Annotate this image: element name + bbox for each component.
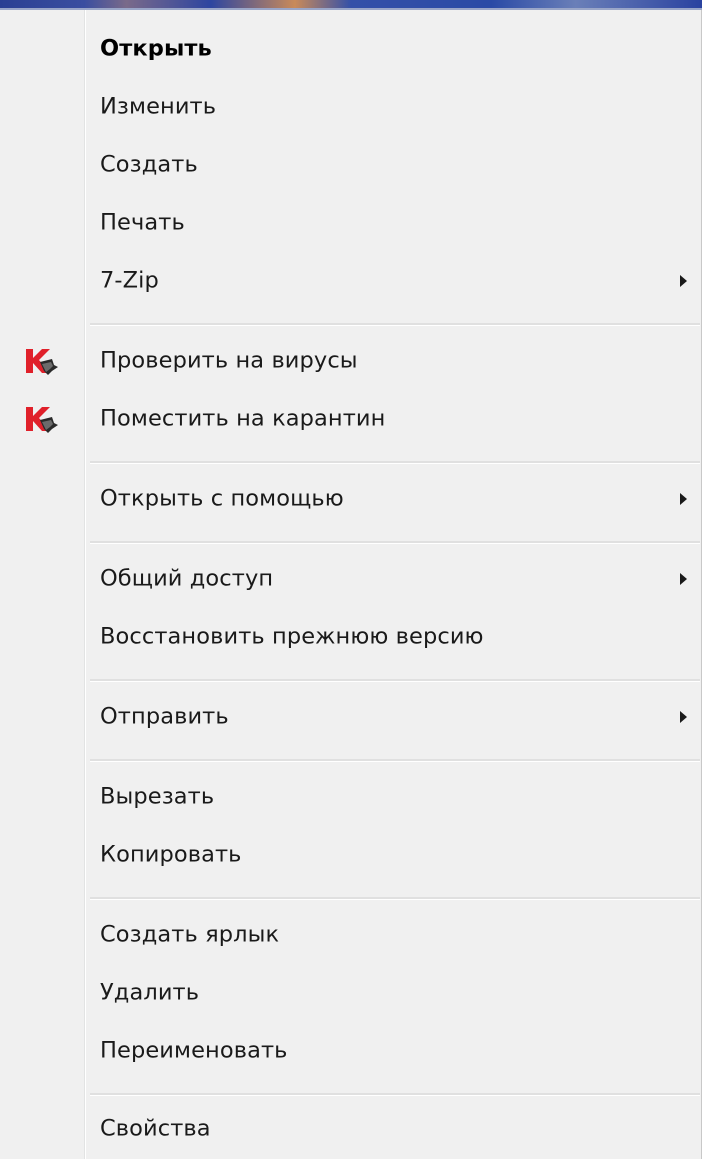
menu-separator (90, 541, 700, 544)
menu-separator (90, 1093, 700, 1096)
menu-item-label: Свойства (100, 1115, 211, 1142)
menu-item-scan-viruses[interactable]: Проверить на вирусы (0, 332, 702, 390)
screen: Открыть Изменить Создать Печать 7-Zip Пр… (0, 0, 702, 1159)
menu-item-quarantine[interactable]: Поместить на карантин (0, 390, 702, 448)
kaspersky-icon (26, 349, 58, 375)
menu-separator (90, 461, 700, 464)
menu-item-label: Создать ярлык (100, 921, 280, 948)
menu-separator (90, 897, 700, 900)
menu-item-new[interactable]: Создать (0, 136, 702, 194)
menu-item-label: Открыть с помощью (100, 485, 344, 512)
menu-item-label: Печать (100, 209, 185, 236)
menu-item-open[interactable]: Открыть (0, 20, 702, 78)
submenu-arrow-icon (680, 493, 687, 505)
menu-item-label: Создать (100, 151, 198, 178)
menu-item-label: Копировать (100, 841, 242, 868)
menu-item-label: 7-Zip (100, 267, 159, 294)
menu-item-open-with[interactable]: Открыть с помощью (0, 470, 702, 528)
menu-item-edit[interactable]: Изменить (0, 78, 702, 136)
menu-item-delete[interactable]: Удалить (0, 964, 702, 1022)
menu-item-label: Вырезать (100, 783, 215, 810)
menu-item-label: Проверить на вирусы (100, 347, 358, 374)
context-menu: Открыть Изменить Создать Печать 7-Zip Пр… (0, 10, 702, 1159)
menu-separator (90, 679, 700, 682)
taskbar-edge (0, 0, 702, 8)
menu-item-rename[interactable]: Переименовать (0, 1022, 702, 1080)
menu-item-restore-version[interactable]: Восстановить прежнюю версию (0, 608, 702, 666)
submenu-arrow-icon (680, 573, 687, 585)
menu-item-label: Изменить (100, 93, 217, 120)
menu-item-create-shortcut[interactable]: Создать ярлык (0, 906, 702, 964)
submenu-arrow-icon (680, 711, 687, 723)
menu-item-print[interactable]: Печать (0, 194, 702, 252)
kaspersky-icon (26, 407, 58, 433)
menu-item-cut[interactable]: Вырезать (0, 768, 702, 826)
menu-item-label: Общий доступ (100, 565, 274, 592)
menu-item-label: Отправить (100, 703, 229, 730)
menu-item-copy[interactable]: Копировать (0, 826, 702, 884)
menu-separator (90, 323, 700, 326)
menu-item-label: Поместить на карантин (100, 405, 386, 432)
menu-item-share[interactable]: Общий доступ (0, 550, 702, 608)
menu-item-label: Восстановить прежнюю версию (100, 623, 484, 650)
menu-item-label: Открыть (100, 35, 212, 62)
menu-item-send-to[interactable]: Отправить (0, 688, 702, 746)
menu-separator (90, 759, 700, 762)
menu-item-label: Удалить (100, 979, 200, 1006)
menu-item-label: Переименовать (100, 1037, 288, 1064)
menu-item-properties[interactable]: Свойства (0, 1100, 702, 1158)
menu-item-7zip[interactable]: 7-Zip (0, 252, 702, 310)
submenu-arrow-icon (680, 275, 687, 287)
